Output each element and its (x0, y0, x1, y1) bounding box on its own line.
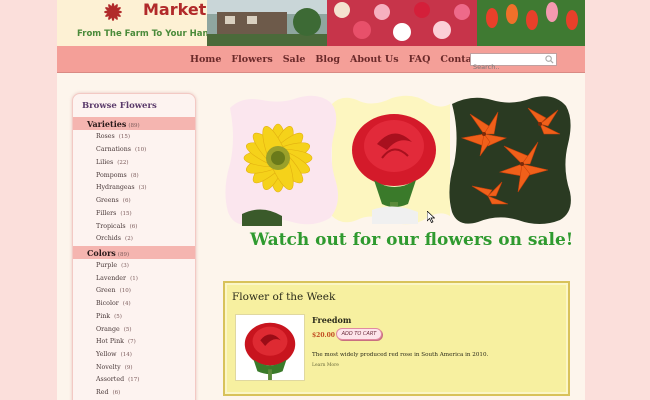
nav-home[interactable]: Home (190, 54, 221, 65)
site-logo[interactable]: Market From The Farm To Your Hand (57, 0, 215, 46)
flower-of-week-panel: Flower of the Week Freedom $20.00 ADD TO… (223, 281, 570, 396)
nav-faq[interactable]: FAQ (409, 54, 431, 65)
flower-logo-icon (104, 3, 122, 21)
sidebar-item-green[interactable]: Green (10) (96, 287, 131, 294)
sale-heading: Watch out for our flowers on sale! (250, 230, 574, 250)
nav-blog[interactable]: Blog (315, 54, 340, 65)
flower-of-week-title: Flower of the Week (232, 291, 336, 303)
search-box (470, 53, 557, 73)
sidebar-item-hot-pink[interactable]: Hot Pink (7) (96, 338, 136, 345)
nav-sale[interactable]: Sale (283, 54, 306, 65)
sidebar-item-bicolor[interactable]: Bicolor (4) (96, 300, 131, 307)
sidebar-item-pompoms[interactable]: Pompoms (8) (96, 172, 139, 179)
featured-flower-description: The most widely produced red rose in Sou… (312, 352, 489, 358)
learn-more-link[interactable]: Learn More (312, 363, 339, 368)
mouse-cursor-icon (427, 211, 435, 223)
sidebar-item-orchids[interactable]: Orchids (2) (96, 235, 133, 242)
sidebar-item-lavender[interactable]: Lavender (1) (96, 275, 138, 282)
sidebar-item-yellow[interactable]: Yellow (14) (96, 351, 132, 358)
sidebar-item-roses[interactable]: Roses (15) (96, 133, 130, 140)
sidebar-section-label: Colors (89) (87, 248, 130, 258)
nav-about-us[interactable]: About Us (350, 54, 399, 65)
browse-sidebar: Browse Flowers Varieties (89) Roses (15) … (72, 93, 196, 400)
featured-flower-price: $20.00 (312, 332, 335, 339)
sidebar-item-greens[interactable]: Greens (6) (96, 197, 131, 204)
sidebar-section-label: Varieties (89) (87, 119, 140, 129)
sidebar-item-red[interactable]: Red (6) (96, 389, 120, 396)
sidebar-item-hydrangeas[interactable]: Hydrangeas (3) (96, 184, 146, 191)
main-nav: Home Flowers Sale Blog About Us FAQ Cont… (57, 46, 585, 73)
sidebar-item-orange[interactable]: Orange (5) (96, 326, 132, 333)
sidebar-item-novelty[interactable]: Novelty (9) (96, 364, 133, 371)
sidebar-title: Browse Flowers (82, 101, 157, 111)
nav-links: Home Flowers Sale Blog About Us FAQ Cont… (190, 54, 509, 65)
sidebar-item-lilies[interactable]: Lilies (22) (96, 159, 129, 166)
sidebar-item-pink[interactable]: Pink (5) (96, 313, 122, 320)
sidebar-section-colors[interactable]: Colors (89) (73, 246, 195, 259)
sidebar-section-varieties[interactable]: Varieties (89) (73, 117, 195, 130)
logo-tagline: From The Farm To Your Hand (77, 29, 215, 39)
logo-wordmark: Market (143, 0, 207, 19)
sidebar-item-fillers[interactable]: Fillers (15) (96, 210, 132, 217)
search-icon[interactable] (545, 55, 554, 64)
header-banner-image (207, 0, 585, 46)
page-container: Market From The Farm To Your Hand Home F… (57, 0, 585, 400)
site-header: Market From The Farm To Your Hand (57, 0, 585, 46)
hero-flower-images (225, 95, 571, 226)
featured-flower-name[interactable]: Freedom (312, 315, 351, 325)
featured-rose-image[interactable] (235, 314, 305, 381)
sidebar-item-assorted[interactable]: Assorted (17) (96, 376, 139, 383)
nav-flowers[interactable]: Flowers (231, 54, 272, 65)
sidebar-item-purple[interactable]: Purple (3) (96, 262, 129, 269)
sidebar-item-tropicals[interactable]: Tropicals (6) (96, 223, 137, 230)
add-to-cart-button[interactable]: ADD TO CART (336, 328, 382, 340)
search-input[interactable] (471, 61, 543, 73)
sidebar-item-carnations[interactable]: Carnations (10) (96, 146, 146, 153)
